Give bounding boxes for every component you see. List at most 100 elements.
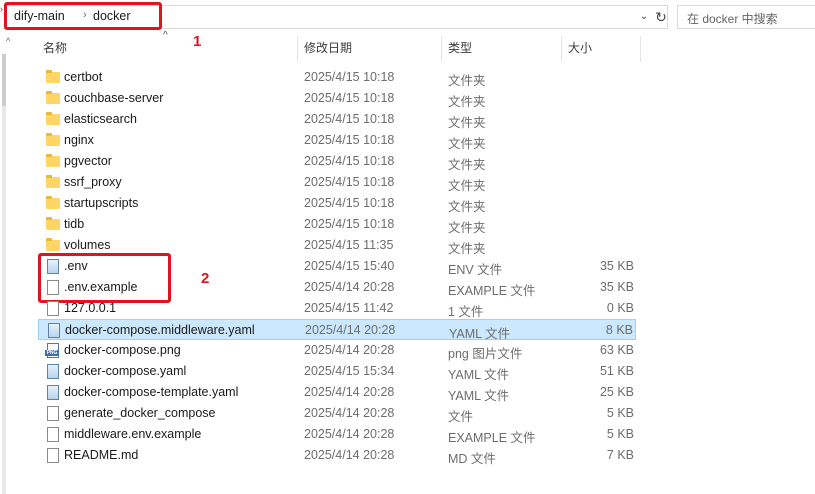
file-name: .env: [64, 259, 88, 273]
file-type: EXAMPLE 文件: [448, 431, 536, 445]
config-file-icon: [47, 364, 59, 379]
file-date: 2025/4/15 10:18: [304, 175, 395, 189]
file-date: 2025/4/15 10:18: [304, 70, 395, 84]
file-name: docker-compose.png: [64, 343, 181, 357]
config-file-icon: [47, 385, 59, 400]
file-name: startupscripts: [64, 196, 139, 210]
file-name: 127.0.0.1: [64, 301, 117, 315]
file-row[interactable]: .env 2025/4/15 15:40 ENV 文件 35 KB: [38, 256, 636, 277]
file-name: couchbase-server: [64, 91, 164, 105]
file-name: .env.example: [64, 280, 138, 294]
refresh-icon[interactable]: ↻: [653, 9, 669, 25]
file-type: 文件夹: [448, 137, 486, 151]
file-name: docker-compose.middleware.yaml: [65, 323, 255, 337]
file-date: 2025/4/15 10:18: [304, 217, 395, 231]
file-date: 2025/4/15 15:34: [304, 364, 395, 378]
file-type: 文件夹: [448, 116, 486, 130]
column-header-name[interactable]: 名称: [43, 36, 67, 60]
file-row[interactable]: 127.0.0.1 2025/4/15 11:42 1 文件 0 KB: [38, 298, 636, 319]
sort-ascending-icon: ^: [163, 30, 168, 41]
column-header-row: 名称 修改日期 类型 大小: [0, 36, 815, 62]
file-type: 文件夹: [448, 158, 486, 172]
folder-icon: [46, 112, 60, 125]
file-date: 2025/4/15 10:18: [304, 154, 395, 168]
file-row[interactable]: pgvector 2025/4/15 10:18 文件夹: [38, 151, 636, 172]
file-row[interactable]: startupscripts 2025/4/15 10:18 文件夹: [38, 193, 636, 214]
file-icon: [47, 280, 59, 295]
folder-icon: [46, 217, 60, 230]
file-name: generate_docker_compose: [64, 406, 216, 420]
file-size: 25 KB: [599, 385, 634, 399]
file-icon: [47, 406, 59, 421]
file-row[interactable]: middleware.env.example 2025/4/14 20:28 EXA…: [38, 424, 636, 445]
file-size: 35 KB: [599, 259, 634, 273]
column-divider[interactable]: [561, 36, 562, 62]
column-divider[interactable]: [640, 36, 641, 62]
file-name: certbot: [64, 70, 103, 84]
file-row[interactable]: docker-compose.yaml 2025/4/15 15:34 YAML 文…: [38, 361, 636, 382]
file-row[interactable]: PNG docker-compose.png 2025/4/14 20:28 png …: [38, 340, 636, 361]
file-date: 2025/4/14 20:28: [304, 427, 395, 441]
file-row[interactable]: certbot 2025/4/15 10:18 文件夹: [38, 67, 636, 88]
file-name: docker-compose.yaml: [64, 364, 187, 378]
file-row[interactable]: tidb 2025/4/15 10:18 文件夹: [38, 214, 636, 235]
config-file-icon: [48, 323, 60, 338]
folder-icon: [46, 196, 60, 209]
file-icon: [47, 301, 59, 316]
file-row[interactable]: docker-compose.middleware.yaml 2025/4/14 …: [38, 319, 636, 341]
scrollbar-track[interactable]: [2, 54, 6, 494]
file-type: 文件夹: [448, 242, 486, 256]
file-type: 文件夹: [448, 95, 486, 109]
folder-icon: [46, 70, 60, 83]
file-type: 文件夹: [448, 200, 486, 214]
folder-icon: [46, 175, 60, 188]
annotation-box-1: [4, 2, 162, 30]
folder-icon: [46, 238, 60, 251]
png-badge: PNG: [45, 350, 59, 356]
column-divider[interactable]: [441, 36, 442, 62]
file-name: docker-compose-template.yaml: [64, 385, 239, 399]
file-date: 2025/4/14 20:28: [304, 406, 395, 420]
file-type: 文件夹: [448, 221, 486, 235]
scrollbar-thumb[interactable]: [2, 54, 6, 106]
file-row[interactable]: couchbase-server 2025/4/15 10:18 文件夹: [38, 88, 636, 109]
file-row[interactable]: README.md 2025/4/14 20:28 MD 文件 7 KB: [38, 445, 636, 466]
file-date: 2025/4/14 20:28: [304, 448, 395, 462]
file-type: ENV 文件: [448, 263, 503, 277]
file-row[interactable]: elasticsearch 2025/4/15 10:18 文件夹: [38, 109, 636, 130]
file-size: 7 KB: [606, 448, 634, 462]
column-header-size[interactable]: 大小: [568, 36, 592, 60]
file-type: MD 文件: [448, 452, 496, 466]
file-type: 文件: [448, 410, 474, 424]
file-date: 2025/4/14 20:28: [304, 385, 395, 399]
file-type: 文件夹: [448, 179, 486, 193]
file-type: png 图片文件: [448, 347, 523, 361]
file-size: 5 KB: [606, 427, 634, 441]
file-row[interactable]: volumes 2025/4/15 11:35 文件夹: [38, 235, 636, 256]
column-divider[interactable]: [297, 36, 298, 62]
chevron-down-icon[interactable]: ⌄: [637, 11, 651, 25]
file-row[interactable]: docker-compose-template.yaml 2025/4/14 20…: [38, 382, 636, 403]
file-name: volumes: [64, 238, 111, 252]
file-date: 2025/4/15 10:18: [304, 91, 395, 105]
file-type: 1 文件: [448, 305, 484, 319]
file-row[interactable]: .env.example 2025/4/14 20:28 EXAMPLE 文件 35 …: [38, 277, 636, 298]
file-row[interactable]: nginx 2025/4/15 10:18 文件夹: [38, 130, 636, 151]
file-date: 2025/4/14 20:28: [304, 343, 395, 357]
file-date: 2025/4/14 20:28: [305, 323, 396, 337]
file-date: 2025/4/15 10:18: [304, 112, 395, 126]
file-size: 51 KB: [599, 364, 634, 378]
search-placeholder: 在 docker 中搜索: [687, 12, 778, 26]
navigation-pane-edge: ^: [0, 34, 22, 494]
file-date: 2025/4/15 11:42: [304, 301, 394, 315]
folder-icon: [46, 154, 60, 167]
column-header-date[interactable]: 修改日期: [304, 36, 352, 60]
column-header-type[interactable]: 类型: [448, 36, 472, 60]
search-input[interactable]: 在 docker 中搜索: [677, 5, 815, 29]
file-size: 8 KB: [605, 323, 633, 337]
file-size: 35 KB: [599, 280, 634, 294]
file-name: ssrf_proxy: [64, 175, 122, 189]
file-row[interactable]: ssrf_proxy 2025/4/15 10:18 文件夹: [38, 172, 636, 193]
folder-icon: [46, 91, 60, 104]
file-row[interactable]: generate_docker_compose 2025/4/14 20:28 文件…: [38, 403, 636, 424]
